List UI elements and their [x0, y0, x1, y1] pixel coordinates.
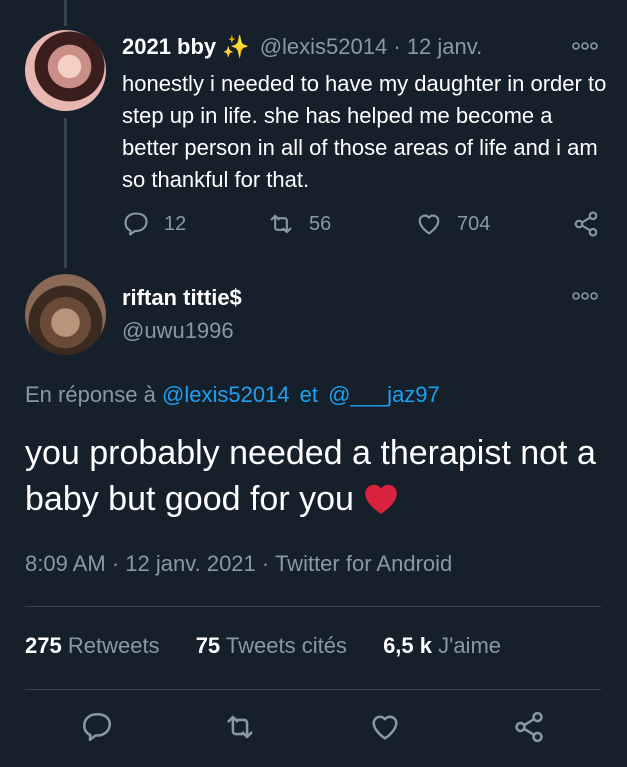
reply-icon — [124, 212, 148, 236]
retweets-stat[interactable]: 275 Retweets — [25, 633, 160, 658]
thread-line-connector — [64, 118, 67, 268]
tweet-source[interactable]: Twitter for Android — [275, 551, 452, 576]
reply-icon — [82, 712, 112, 742]
reply-text-body: you probably needed a therapist not a ba… — [25, 434, 596, 518]
parent-share-button[interactable] — [572, 210, 600, 238]
tweet-action-bar — [0, 710, 627, 750]
tweet-date[interactable]: 12 janv. 2021 — [125, 551, 255, 576]
quote-tweets-stat[interactable]: 75 Tweets cités — [196, 633, 347, 658]
parent-reply-button[interactable]: 12 — [122, 210, 186, 238]
red-heart-emoji — [362, 480, 400, 528]
divider-top — [25, 606, 601, 607]
in-reply-to: En réponse à @lexis52014 et @___jaz97 — [25, 382, 440, 408]
like-button[interactable] — [368, 710, 402, 749]
parent-retweet-button[interactable]: 56 — [267, 210, 331, 238]
reply-button[interactable] — [80, 710, 114, 749]
in-reply-user-1[interactable]: @lexis52014 — [162, 382, 290, 407]
parent-retweet-count: 56 — [309, 212, 332, 235]
reply-avatar[interactable] — [25, 274, 106, 355]
retweet-button[interactable] — [223, 710, 257, 749]
thread-line-top — [64, 0, 67, 26]
tweet-time[interactable]: 8:09 AM — [25, 551, 106, 576]
tweet-timestamp: 8:09 AM · 12 janv. 2021 · Twitter for An… — [25, 551, 452, 577]
quote-tweets-label: Tweets cités — [225, 633, 347, 658]
in-reply-and: et — [299, 382, 319, 407]
parent-action-bar: 12 56 704 — [122, 210, 612, 244]
share-icon — [515, 711, 543, 743]
parent-date[interactable]: 12 janv. — [407, 34, 482, 59]
timestamp-separator: · — [111, 551, 120, 576]
retweet-icon — [227, 715, 253, 739]
heart-icon — [372, 715, 398, 740]
reply-display-name[interactable]: riftan tittie$ — [122, 285, 242, 311]
parent-more-icon[interactable] — [572, 34, 598, 57]
timestamp-separator-2: · — [261, 551, 270, 576]
parent-display-name[interactable]: 2021 bby — [122, 34, 216, 59]
reply-tweet-text: you probably needed a therapist not a ba… — [25, 430, 605, 528]
parent-like-count: 704 — [457, 212, 491, 235]
sparkle-emoji: ✨ — [222, 34, 250, 59]
likes-label: J'aime — [438, 633, 502, 658]
parent-reply-count: 12 — [164, 212, 187, 235]
share-icon — [574, 211, 598, 237]
reply-more-icon[interactable] — [572, 284, 598, 307]
parent-separator: · — [393, 34, 401, 59]
in-reply-user-2[interactable]: @___jaz97 — [328, 382, 440, 407]
likes-stat[interactable]: 6,5 k J'aime — [383, 633, 501, 658]
retweets-label: Retweets — [67, 633, 160, 658]
divider-bottom — [25, 689, 601, 690]
parent-like-button[interactable]: 704 — [415, 210, 490, 238]
tweet-stats: 275 Retweets 75 Tweets cités 6,5 k J'aim… — [25, 633, 531, 659]
parent-tweet-header: 2021 bby ✨ @lexis52014 · 12 janv. — [122, 34, 482, 60]
retweet-icon — [270, 214, 292, 234]
parent-handle[interactable]: @lexis52014 — [260, 34, 388, 59]
in-reply-prefix: En réponse à — [25, 382, 156, 407]
parent-tweet-text: honestly i needed to have my daughter in… — [122, 71, 607, 192]
heart-icon — [418, 214, 440, 235]
parent-avatar[interactable] — [25, 30, 106, 111]
reply-handle[interactable]: @uwu1996 — [122, 318, 234, 344]
likes-number: 6,5 k — [383, 633, 432, 658]
quote-tweets-number: 75 — [195, 633, 221, 658]
retweets-number: 275 — [25, 633, 62, 658]
share-button[interactable] — [512, 710, 546, 749]
